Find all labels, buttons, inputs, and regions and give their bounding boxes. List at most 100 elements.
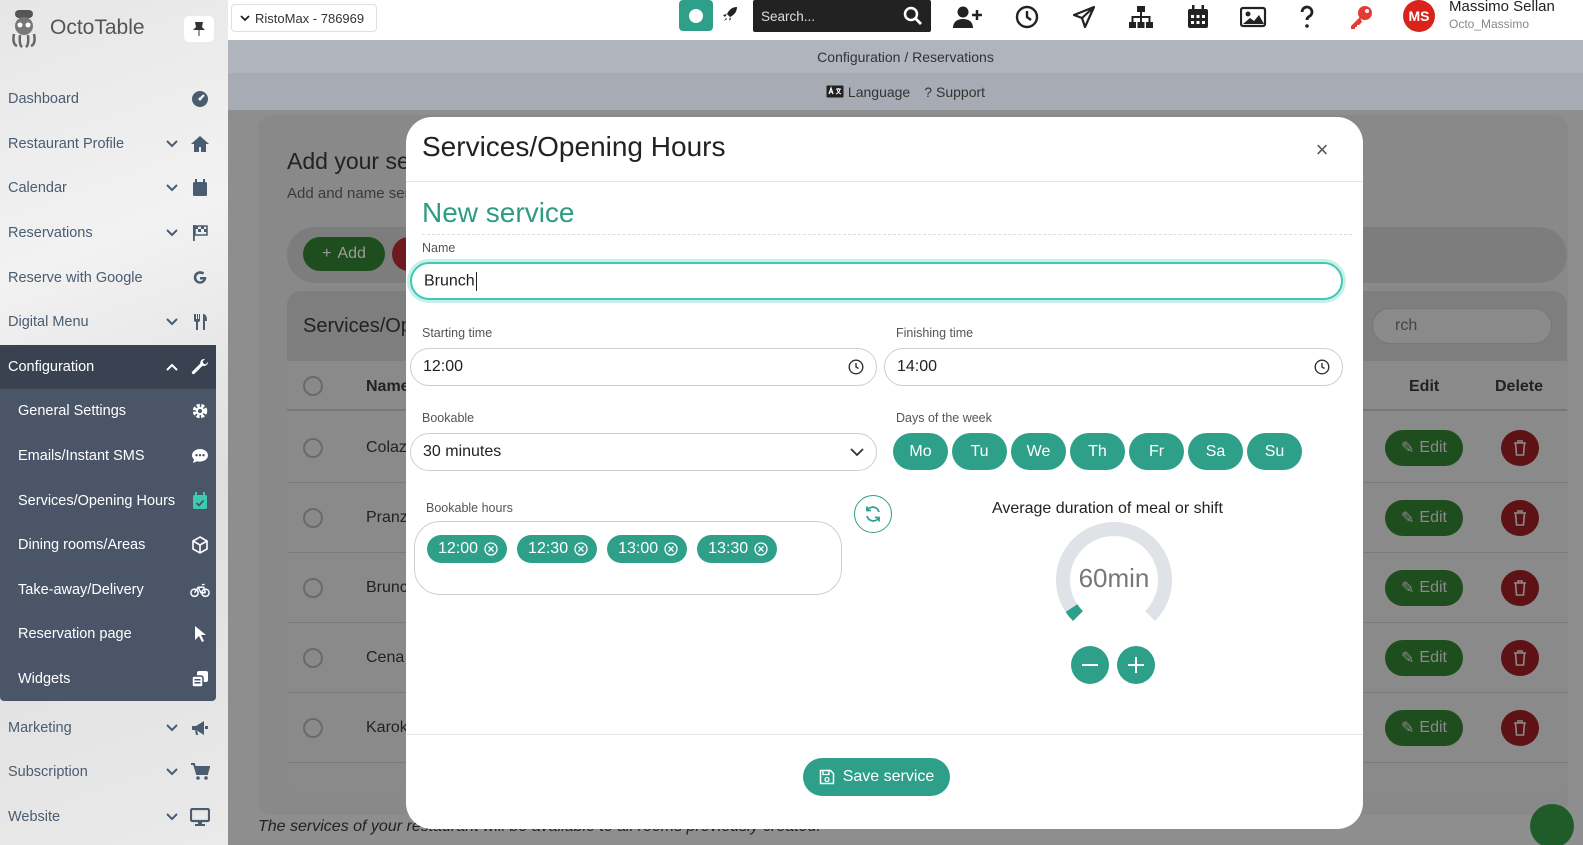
close-icon[interactable]: × (1311, 137, 1333, 162)
utensils-icon (190, 313, 210, 331)
sidebar-item-marketing[interactable]: Marketing (0, 705, 228, 750)
hour-chip: 12:30 (517, 535, 598, 563)
chevron-down-icon (164, 229, 180, 237)
trash-icon (1514, 720, 1526, 736)
hour-chip: 12:00 (427, 535, 508, 563)
day-toggle-sa[interactable]: Sa (1188, 433, 1243, 470)
sitemap-button[interactable] (1126, 2, 1156, 32)
day-toggle-fr[interactable]: Fr (1129, 433, 1184, 470)
service-name-field[interactable]: Brunch (410, 262, 1343, 300)
bicycle-icon (190, 582, 210, 598)
gear-icon (190, 402, 210, 420)
end-time-field[interactable]: 14:00 (884, 348, 1343, 386)
day-toggle-th[interactable]: Th (1070, 433, 1125, 470)
service-name-value: Brunch (424, 272, 475, 290)
cursor-pointer-icon (190, 625, 210, 643)
sidebar-item-dining-rooms[interactable]: Dining rooms/Areas (0, 523, 216, 568)
clock-icon (848, 359, 864, 375)
shopping-cart-icon (190, 763, 210, 781)
edit-button[interactable]: ✎ Edit (1385, 710, 1463, 746)
sidebar-item-services-opening-hours[interactable]: Services/Opening Hours (0, 478, 216, 523)
rocket-button[interactable] (722, 6, 738, 22)
divider (406, 734, 1363, 735)
add-service-button[interactable]: + Add (303, 237, 385, 271)
restaurant-select[interactable]: RistoMax - 786969 (231, 4, 377, 32)
gallery-button[interactable] (1236, 2, 1272, 32)
row-radio[interactable] (303, 508, 323, 528)
sidebar-item-reserve-with-google[interactable]: Reserve with Google (0, 255, 228, 300)
help-button[interactable] (1292, 2, 1322, 32)
calendar-button[interactable] (1183, 2, 1213, 32)
pin-sidebar-button[interactable] (184, 16, 214, 42)
select-all-radio[interactable] (303, 376, 323, 396)
row-radio[interactable] (303, 648, 323, 668)
delete-button[interactable] (1501, 710, 1539, 746)
delete-button[interactable] (1501, 640, 1539, 676)
edit-button-label: Edit (1419, 649, 1447, 666)
start-time-field[interactable]: 12:00 (410, 348, 877, 386)
remove-circle-icon[interactable] (664, 542, 678, 556)
chevron-down-icon (164, 184, 180, 192)
sidebar-item-reservation-page[interactable]: Reservation page (0, 612, 216, 657)
user-name[interactable]: Massimo Sellan (1449, 0, 1555, 15)
hour-chip-label: 12:00 (438, 540, 479, 557)
edit-button[interactable]: ✎ Edit (1385, 640, 1463, 676)
edit-button[interactable]: ✎ Edit (1385, 430, 1463, 466)
sidebar-item-website[interactable]: Website (0, 795, 228, 840)
delete-button[interactable] (1501, 570, 1539, 606)
status-toggle-button[interactable] (679, 0, 713, 31)
increase-duration-button[interactable] (1117, 646, 1155, 684)
section-title: New service (422, 197, 575, 228)
day-toggle-mo[interactable]: Mo (893, 433, 948, 470)
decrease-duration-button[interactable] (1071, 646, 1109, 684)
delete-button[interactable] (1501, 430, 1539, 466)
edit-button[interactable]: ✎ Edit (1385, 570, 1463, 606)
chat-widget-button[interactable] (1530, 804, 1574, 845)
sidebar-item-configuration[interactable]: Configuration (0, 344, 216, 390)
row-radio[interactable] (303, 578, 323, 598)
sidebar-item-calendar[interactable]: Calendar (0, 166, 228, 211)
edit-button[interactable]: ✎ Edit (1385, 500, 1463, 536)
day-toggle-we[interactable]: We (1011, 433, 1066, 470)
sidebar-item-restaurant-profile[interactable]: Restaurant Profile (0, 122, 228, 167)
regenerate-hours-button[interactable] (854, 495, 892, 533)
key-button[interactable] (1346, 2, 1376, 32)
chevron-down-icon (164, 813, 180, 821)
sidebar-item-general-settings[interactable]: General Settings (0, 389, 216, 434)
row-radio[interactable] (303, 718, 323, 738)
row-radio[interactable] (303, 438, 323, 458)
day-toggle-tu[interactable]: Tu (952, 433, 1007, 470)
modal-title: Services/Opening Hours (422, 131, 726, 162)
sidebar-item-emails-sms[interactable]: Emails/Instant SMS (0, 434, 216, 479)
bookable-hours-field[interactable]: 12:00 12:30 13:00 13:30 (414, 521, 842, 595)
question-mark-icon (1300, 5, 1314, 28)
sidebar-item-subscription[interactable]: Subscription (0, 750, 228, 795)
history-button[interactable] (1012, 2, 1042, 32)
table-search-input[interactable]: rch (1372, 308, 1552, 344)
app-logo[interactable]: OctoTable (8, 6, 145, 50)
app-name: OctoTable (50, 16, 145, 39)
search-icon[interactable] (903, 6, 923, 26)
send-button[interactable] (1069, 2, 1099, 32)
sidebar-item-digital-menu[interactable]: Digital Menu (0, 300, 228, 345)
add-user-button[interactable] (953, 2, 983, 32)
edit-button-label: Edit (1419, 579, 1447, 596)
language-link[interactable]: Language (826, 84, 910, 100)
desktop-icon (190, 807, 210, 826)
sidebar-item-widgets[interactable]: Widgets (0, 657, 216, 702)
remove-circle-icon[interactable] (754, 542, 768, 556)
sidebar-item-reservations[interactable]: Reservations (0, 211, 228, 256)
search-input[interactable] (761, 8, 891, 24)
remove-circle-icon[interactable] (484, 542, 498, 556)
bookable-interval-select[interactable]: 30 minutes (410, 433, 877, 471)
sidebar-item-dashboard[interactable]: Dashboard (0, 77, 228, 122)
sidebar-item-takeaway-delivery[interactable]: Take-away/Delivery (0, 568, 216, 613)
search-bar (753, 0, 931, 32)
day-toggle-su[interactable]: Su (1247, 433, 1302, 470)
support-link[interactable]: ? Support (924, 84, 985, 100)
save-service-button[interactable]: Save service (803, 758, 950, 796)
delete-button[interactable] (1501, 500, 1539, 536)
remove-circle-icon[interactable] (574, 542, 588, 556)
avatar[interactable]: MS (1403, 0, 1435, 32)
days-label: Days of the week (896, 411, 992, 425)
